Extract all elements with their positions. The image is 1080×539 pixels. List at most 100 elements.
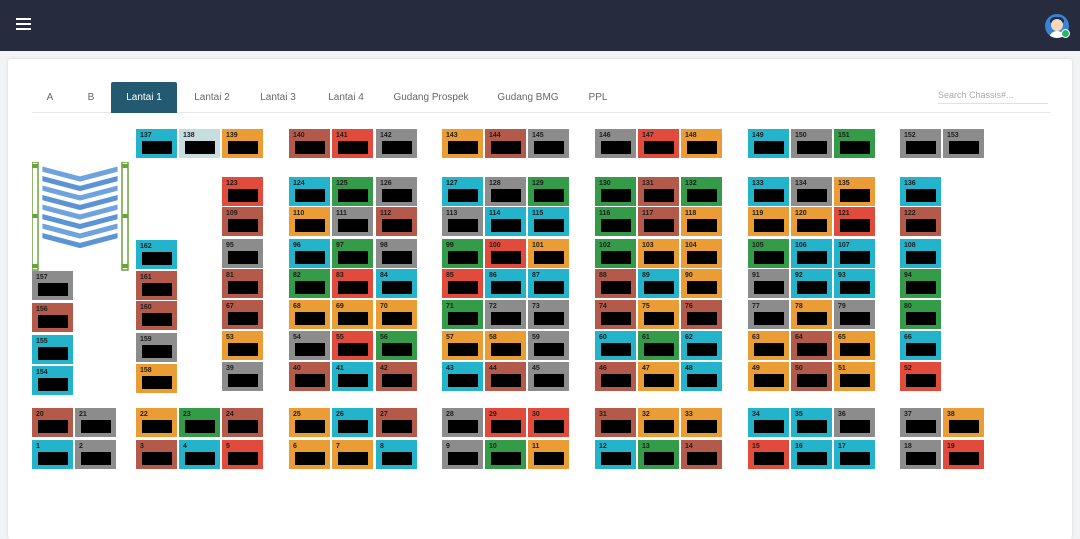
- tab-b[interactable]: B: [72, 82, 110, 113]
- slot-21[interactable]: 21: [75, 408, 116, 437]
- slot-148[interactable]: 148: [681, 129, 722, 158]
- slot-39[interactable]: 39: [222, 362, 263, 391]
- slot-103[interactable]: 103: [638, 239, 679, 268]
- slot-93[interactable]: 93: [834, 269, 875, 298]
- slot-52[interactable]: 52: [900, 362, 941, 391]
- slot-24[interactable]: 24: [222, 408, 263, 437]
- slot-85[interactable]: 85: [442, 269, 483, 298]
- slot-48[interactable]: 48: [681, 362, 722, 391]
- slot-132[interactable]: 132: [681, 177, 722, 206]
- slot-27[interactable]: 27: [376, 408, 417, 437]
- search-chassis-input[interactable]: [938, 86, 1048, 104]
- slot-28[interactable]: 28: [442, 408, 483, 437]
- slot-110[interactable]: 110: [289, 207, 330, 236]
- slot-45[interactable]: 45: [528, 362, 569, 391]
- slot-100[interactable]: 100: [485, 239, 526, 268]
- slot-105[interactable]: 105: [748, 239, 789, 268]
- slot-129[interactable]: 129: [528, 177, 569, 206]
- slot-121[interactable]: 121: [834, 207, 875, 236]
- slot-30[interactable]: 30: [528, 408, 569, 437]
- slot-2[interactable]: 2: [75, 440, 116, 469]
- slot-162[interactable]: 162: [136, 240, 177, 269]
- slot-83[interactable]: 83: [332, 269, 373, 298]
- slot-130[interactable]: 130: [595, 177, 636, 206]
- slot-117[interactable]: 117: [638, 207, 679, 236]
- slot-41[interactable]: 41: [332, 362, 373, 391]
- slot-160[interactable]: 160: [136, 301, 177, 330]
- slot-47[interactable]: 47: [638, 362, 679, 391]
- slot-79[interactable]: 79: [834, 300, 875, 329]
- slot-15[interactable]: 15: [748, 440, 789, 469]
- slot-33[interactable]: 33: [681, 408, 722, 437]
- slot-20[interactable]: 20: [32, 408, 73, 437]
- slot-58[interactable]: 58: [485, 331, 526, 360]
- slot-80[interactable]: 80: [900, 300, 941, 329]
- slot-86[interactable]: 86: [485, 269, 526, 298]
- slot-72[interactable]: 72: [485, 300, 526, 329]
- slot-141[interactable]: 141: [332, 129, 373, 158]
- slot-108[interactable]: 108: [900, 239, 941, 268]
- slot-137[interactable]: 137: [136, 129, 177, 158]
- slot-92[interactable]: 92: [791, 269, 832, 298]
- slot-156[interactable]: 156: [32, 303, 73, 332]
- slot-133[interactable]: 133: [748, 177, 789, 206]
- slot-54[interactable]: 54: [289, 331, 330, 360]
- slot-17[interactable]: 17: [834, 440, 875, 469]
- slot-32[interactable]: 32: [638, 408, 679, 437]
- slot-154[interactable]: 154: [32, 366, 73, 395]
- slot-153[interactable]: 153: [943, 129, 984, 158]
- slot-6[interactable]: 6: [289, 440, 330, 469]
- slot-116[interactable]: 116: [595, 207, 636, 236]
- slot-57[interactable]: 57: [442, 331, 483, 360]
- slot-49[interactable]: 49: [748, 362, 789, 391]
- slot-146[interactable]: 146: [595, 129, 636, 158]
- slot-51[interactable]: 51: [834, 362, 875, 391]
- slot-139[interactable]: 139: [222, 129, 263, 158]
- slot-74[interactable]: 74: [595, 300, 636, 329]
- slot-119[interactable]: 119: [748, 207, 789, 236]
- slot-131[interactable]: 131: [638, 177, 679, 206]
- slot-64[interactable]: 64: [791, 331, 832, 360]
- slot-76[interactable]: 76: [681, 300, 722, 329]
- slot-75[interactable]: 75: [638, 300, 679, 329]
- tab-lantai-3[interactable]: Lantai 3: [247, 82, 309, 113]
- slot-122[interactable]: 122: [900, 207, 941, 236]
- slot-90[interactable]: 90: [681, 269, 722, 298]
- slot-89[interactable]: 89: [638, 269, 679, 298]
- slot-7[interactable]: 7: [332, 440, 373, 469]
- slot-4[interactable]: 4: [179, 440, 220, 469]
- slot-23[interactable]: 23: [179, 408, 220, 437]
- slot-125[interactable]: 125: [332, 177, 373, 206]
- slot-106[interactable]: 106: [791, 239, 832, 268]
- tab-lantai-1[interactable]: Lantai 1: [111, 82, 177, 113]
- slot-147[interactable]: 147: [638, 129, 679, 158]
- slot-26[interactable]: 26: [332, 408, 373, 437]
- slot-35[interactable]: 35: [791, 408, 832, 437]
- slot-53[interactable]: 53: [222, 331, 263, 360]
- slot-70[interactable]: 70: [376, 300, 417, 329]
- slot-91[interactable]: 91: [748, 269, 789, 298]
- slot-82[interactable]: 82: [289, 269, 330, 298]
- slot-87[interactable]: 87: [528, 269, 569, 298]
- slot-65[interactable]: 65: [834, 331, 875, 360]
- slot-5[interactable]: 5: [222, 440, 263, 469]
- slot-95[interactable]: 95: [222, 239, 263, 268]
- slot-107[interactable]: 107: [834, 239, 875, 268]
- slot-158[interactable]: 158: [136, 364, 177, 393]
- slot-56[interactable]: 56: [376, 331, 417, 360]
- tab-lantai-4[interactable]: Lantai 4: [314, 82, 378, 113]
- tab-ppl[interactable]: PPL: [577, 82, 619, 113]
- slot-66[interactable]: 66: [900, 331, 941, 360]
- slot-113[interactable]: 113: [442, 207, 483, 236]
- slot-77[interactable]: 77: [748, 300, 789, 329]
- slot-16[interactable]: 16: [791, 440, 832, 469]
- slot-59[interactable]: 59: [528, 331, 569, 360]
- slot-134[interactable]: 134: [791, 177, 832, 206]
- slot-29[interactable]: 29: [485, 408, 526, 437]
- slot-94[interactable]: 94: [900, 269, 941, 298]
- slot-68[interactable]: 68: [289, 300, 330, 329]
- slot-31[interactable]: 31: [595, 408, 636, 437]
- slot-46[interactable]: 46: [595, 362, 636, 391]
- slot-135[interactable]: 135: [834, 177, 875, 206]
- slot-13[interactable]: 13: [638, 440, 679, 469]
